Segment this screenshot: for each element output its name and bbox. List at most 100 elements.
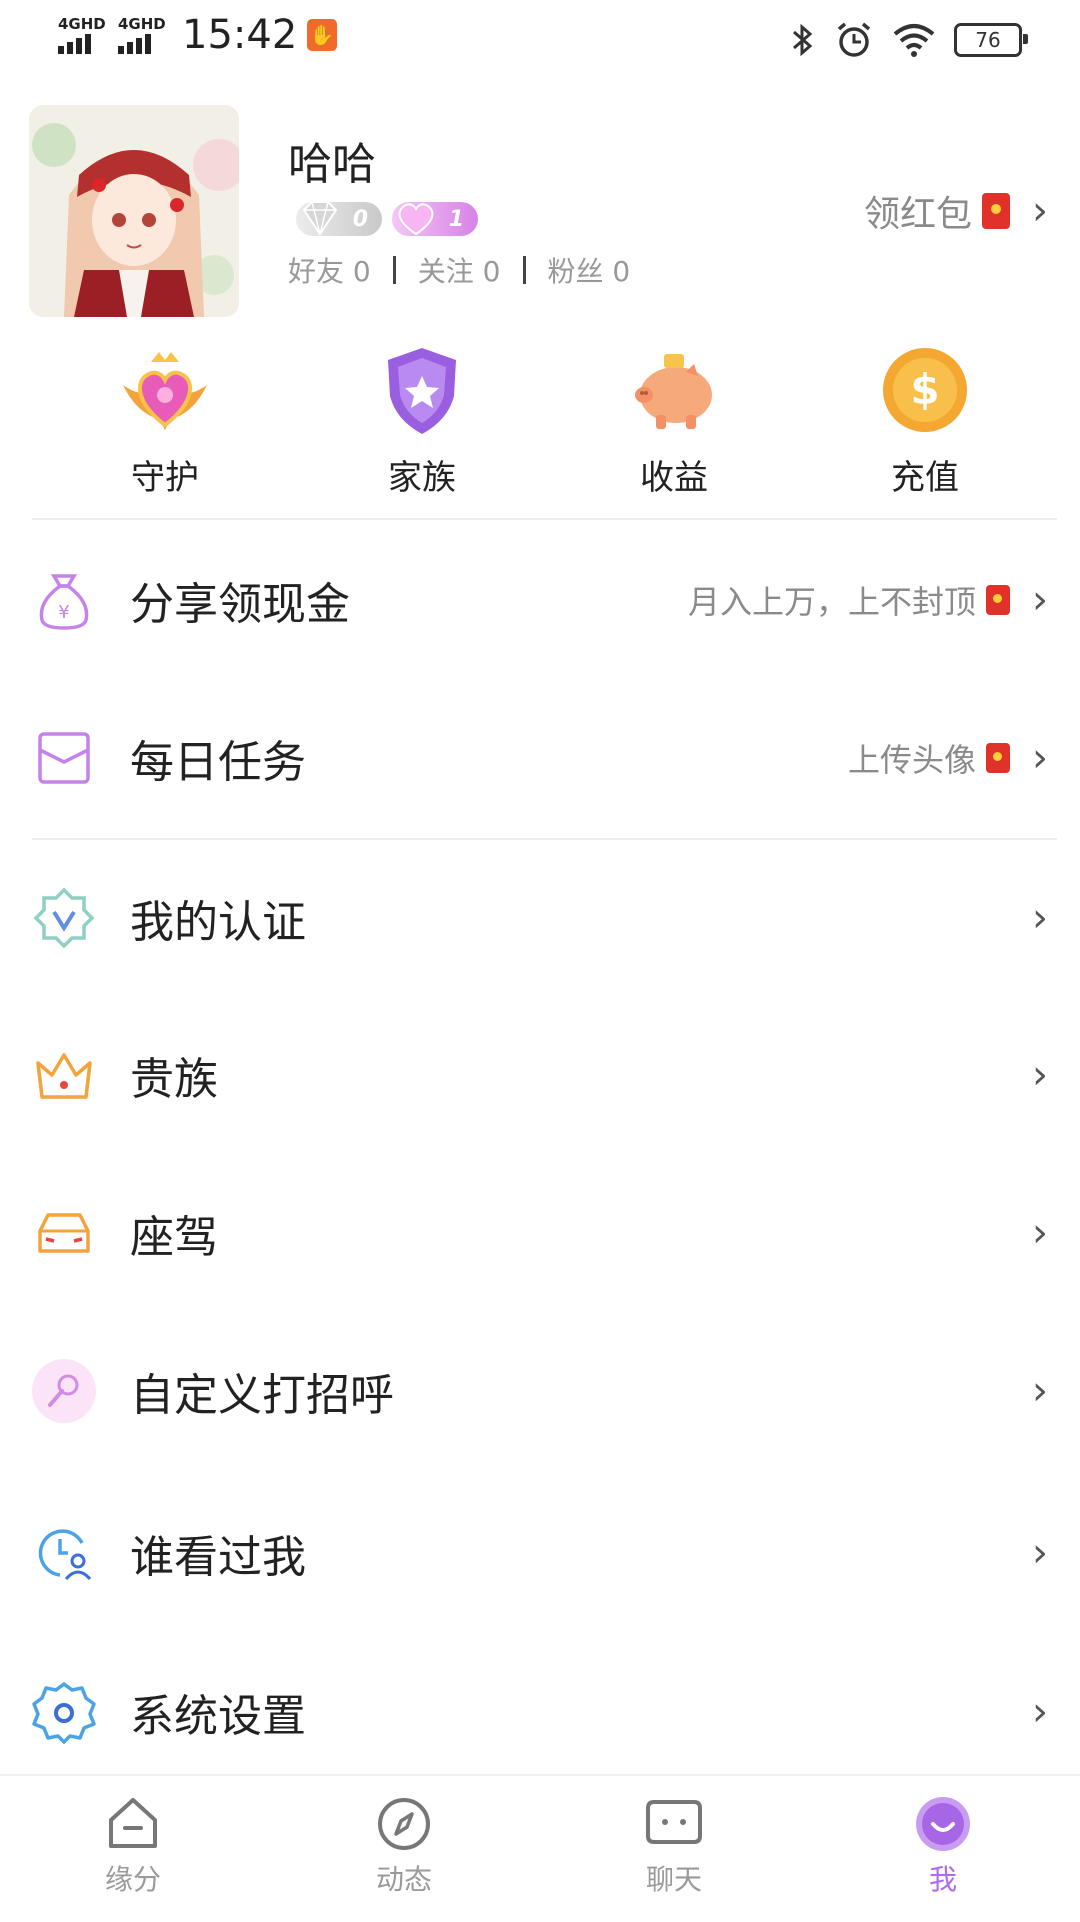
menu-row-daily-tasks[interactable]: 每日任务 上传头像 › — [0, 683, 1080, 833]
chevron-right-icon: › — [1032, 1689, 1048, 1735]
heart-level-badge: 1 — [392, 202, 478, 236]
fans-count: 0 — [612, 255, 631, 288]
guard-crown-heart-icon — [115, 340, 215, 440]
tab-me[interactable]: 我 — [873, 1794, 1013, 1898]
friends-label: 好友 — [288, 255, 345, 288]
red-envelope-icon — [986, 743, 1010, 773]
avatar[interactable] — [29, 105, 239, 317]
shortcut-family[interactable]: 家族 — [342, 340, 502, 499]
chevron-right-icon: › — [1032, 188, 1048, 234]
visitor-clock-icon — [32, 1521, 96, 1585]
battery-indicator: 76 — [954, 23, 1028, 57]
friends-stat[interactable]: 好友 0 — [288, 250, 371, 290]
menu-row-share-cash[interactable]: ¥ 分享领现金 月入上万，上不封顶 › — [0, 525, 1080, 675]
chevron-right-icon: › — [1032, 1052, 1048, 1098]
battery-level: 76 — [975, 28, 1001, 52]
heart-icon — [398, 203, 434, 236]
tab-label: 聊天 — [645, 1863, 702, 1896]
following-stat[interactable]: 关注 0 — [418, 250, 501, 290]
bottom-navigation: 缘分 动态 聊天 我 — [0, 1774, 1080, 1922]
menu-label: 我的认证 — [130, 897, 306, 948]
tab-label: 动态 — [375, 1863, 432, 1896]
menu-row-settings[interactable]: 系统设置 › — [0, 1637, 1080, 1787]
menu-row-mount[interactable]: 座驾 › — [0, 1158, 1080, 1308]
red-envelope-icon — [986, 585, 1010, 615]
menu-hint: 月入上万，上不封顶 — [687, 583, 976, 621]
settings-gear-icon — [32, 1680, 96, 1744]
menu-label: 每日任务 — [130, 737, 306, 788]
tab-label: 我 — [928, 1863, 957, 1896]
shortcut-label: 家族 — [388, 458, 456, 498]
wifi-icon — [893, 24, 935, 57]
red-packet-label: 领红包 — [863, 194, 972, 235]
diamond-level-badge: 0 — [296, 201, 382, 236]
stat-divider — [392, 256, 396, 284]
signal-indicator-1: 4GHD — [58, 16, 108, 54]
signal-indicator-2: 4GHD — [118, 16, 168, 54]
envelope-icon — [32, 726, 96, 790]
tab-fate[interactable]: 缘分 — [63, 1794, 203, 1898]
menu-hint: 上传头像 — [847, 741, 976, 779]
menu-label: 谁看过我 — [130, 1532, 306, 1583]
crown-icon — [32, 1043, 96, 1107]
social-stats: 好友 0 关注 0 粉丝 0 — [288, 250, 630, 290]
network-type-label: 4GHD — [58, 15, 106, 33]
section-divider — [32, 838, 1057, 840]
shortcut-earnings[interactable]: 收益 — [594, 340, 754, 499]
following-count: 0 — [482, 255, 501, 288]
home-icon — [109, 1798, 157, 1848]
diamond-icon — [302, 201, 338, 236]
chevron-right-icon: › — [1032, 1368, 1048, 1414]
tab-label: 缘分 — [104, 1863, 161, 1896]
shortcut-guard[interactable]: 守护 — [85, 340, 245, 499]
svg-text:$: $ — [910, 365, 939, 414]
shortcut-grid: 守护 家族 收益 $ 充值 — [0, 340, 1080, 505]
money-bag-icon: ¥ — [32, 568, 96, 632]
clock: 15:42 — [182, 12, 298, 58]
family-shield-icon — [372, 340, 472, 440]
red-envelope-icon — [982, 193, 1010, 229]
fans-stat[interactable]: 粉丝 0 — [548, 250, 631, 290]
menu-row-nobility[interactable]: 贵族 › — [0, 1000, 1080, 1150]
menu-label: 自定义打招呼 — [130, 1370, 394, 1421]
shortcut-label: 收益 — [640, 458, 708, 498]
fans-label: 粉丝 — [547, 255, 604, 288]
menu-label: 座驾 — [130, 1212, 218, 1263]
microphone-icon — [32, 1359, 96, 1423]
shortcut-recharge[interactable]: $ 充值 — [845, 340, 1005, 499]
menu-row-verification[interactable]: 我的认证 › — [0, 843, 1080, 993]
claim-red-packet-button[interactable]: 领红包 › — [864, 185, 1048, 237]
shortcut-label: 充值 — [891, 458, 959, 498]
friends-count: 0 — [352, 255, 371, 288]
diamond-level-value: 0 — [352, 206, 368, 232]
dollar-coin-icon: $ — [875, 340, 975, 440]
menu-row-custom-greeting[interactable]: 自定义打招呼 › — [0, 1316, 1080, 1466]
car-icon — [32, 1201, 96, 1265]
chevron-right-icon: › — [1032, 895, 1048, 941]
shortcut-label: 守护 — [131, 458, 199, 498]
menu-label: 分享领现金 — [130, 579, 350, 630]
bluetooth-icon — [793, 23, 813, 57]
chevron-right-icon: › — [1032, 1210, 1048, 1256]
nickname: 哈哈 — [288, 139, 376, 190]
chat-icon — [646, 1800, 702, 1844]
menu-label: 贵族 — [130, 1054, 218, 1105]
section-divider — [32, 518, 1057, 520]
tab-moments[interactable]: 动态 — [334, 1794, 474, 1898]
network-type-label: 4GHD — [118, 15, 166, 33]
svg-text:¥: ¥ — [58, 602, 69, 623]
chevron-right-icon: › — [1032, 1530, 1048, 1576]
level-badges: 0 1 — [296, 201, 478, 236]
alarm-icon — [837, 22, 871, 57]
stat-divider — [522, 256, 526, 284]
status-bar: 4GHD 4GHD 15:42 ✋ 76 — [0, 0, 1080, 88]
piggy-bank-icon — [624, 340, 724, 440]
profile-icon — [916, 1797, 970, 1851]
heart-level-value: 1 — [448, 206, 464, 232]
verified-badge-icon — [32, 886, 96, 950]
compass-icon — [378, 1798, 430, 1850]
tab-chat[interactable]: 聊天 — [604, 1794, 744, 1898]
chevron-right-icon: › — [1032, 577, 1048, 623]
menu-row-visitors[interactable]: 谁看过我 › — [0, 1478, 1080, 1628]
hand-notification-icon: ✋ — [307, 19, 338, 51]
